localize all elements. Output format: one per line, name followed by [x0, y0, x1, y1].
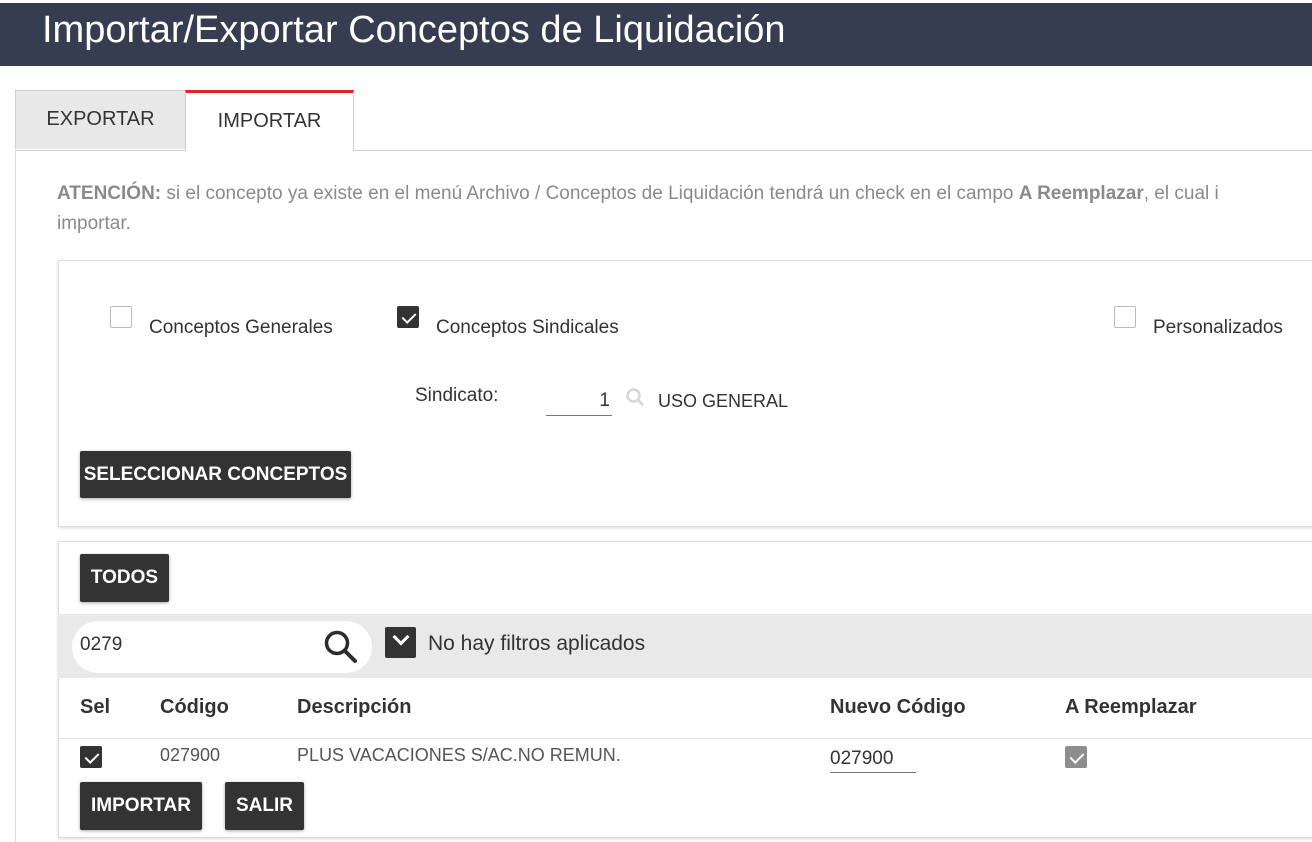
label-sindicato: Sindicato:: [415, 385, 499, 406]
label-conceptos-sindicales: Conceptos Sindicales: [436, 317, 619, 338]
row-select-checkbox[interactable]: [80, 746, 102, 768]
row-descripcion: PLUS VACACIONES S/AC.NO REMUN.: [297, 745, 621, 765]
notice-text-2: , el cual i: [1143, 183, 1219, 204]
attention-notice: ATENCIÓN: si el concepto ya existe en el…: [57, 179, 1312, 239]
sindicato-input[interactable]: 1: [546, 386, 612, 416]
column-header-nuevo-codigo[interactable]: Nuevo Código: [830, 696, 966, 719]
filter-status: No hay filtros aplicados: [428, 632, 646, 655]
checkbox-conceptos-sindicales[interactable]: [397, 306, 419, 328]
checkbox-conceptos-generales[interactable]: [110, 306, 132, 328]
column-header-a-reemplazar[interactable]: A Reemplazar: [1065, 696, 1197, 719]
row-codigo: 027900: [160, 745, 221, 765]
search-icon[interactable]: [626, 388, 644, 406]
tab-bar: EXPORTAR IMPORTAR: [15, 90, 1312, 151]
todos-button[interactable]: TODOS: [80, 554, 169, 602]
column-header-descripcion[interactable]: Descripción: [297, 696, 411, 719]
notice-text-1: si el concepto ya existe en el menú Arch…: [161, 183, 1019, 204]
sindicato-name: USO GENERAL: [658, 391, 789, 411]
header-divider: [58, 738, 1312, 739]
chevron-down-icon[interactable]: [385, 627, 416, 658]
page-header: Importar/Exportar Conceptos de Liquidaci…: [0, 0, 1312, 66]
label-conceptos-generales: Conceptos Generales: [149, 317, 333, 338]
column-header-codigo[interactable]: Código: [160, 696, 229, 719]
notice-bold-reemplazar: A Reemplazar: [1018, 183, 1144, 204]
notice-text-line2: importar.: [57, 213, 131, 234]
salir-button[interactable]: SALIR: [225, 782, 304, 830]
checkbox-personalizados[interactable]: [1114, 306, 1136, 328]
seleccionar-conceptos-button[interactable]: SELECCIONAR CONCEPTOS: [80, 451, 351, 498]
column-header-sel[interactable]: Sel: [80, 696, 110, 719]
search-input-value: 0279: [80, 634, 123, 655]
row-nuevo-codigo-input[interactable]: 027900: [830, 745, 916, 773]
row-a-reemplazar-checkbox: [1065, 746, 1087, 768]
importar-button[interactable]: IMPORTAR: [80, 782, 202, 830]
search-icon[interactable]: [322, 628, 358, 664]
tab-importar[interactable]: IMPORTAR: [185, 90, 354, 151]
label-personalizados: Personalizados: [1153, 317, 1283, 338]
tab-exportar[interactable]: EXPORTAR: [15, 90, 186, 149]
page-title: Importar/Exportar Conceptos de Liquidaci…: [42, 9, 786, 51]
notice-bold-atencion: ATENCIÓN:: [57, 183, 162, 204]
